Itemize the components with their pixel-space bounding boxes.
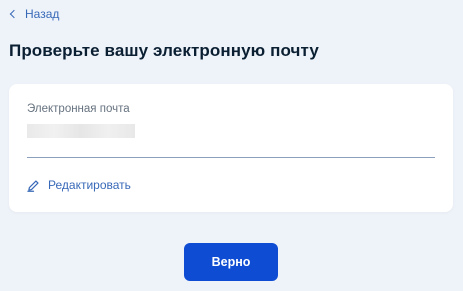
back-link[interactable]: Назад [9,7,59,21]
edit-link[interactable]: Редактировать [27,178,131,192]
email-card: Электронная почта Редактировать [9,84,453,212]
chevron-left-icon [9,9,19,19]
page-title: Проверьте вашу электронную почту [9,41,319,60]
email-value-redacted [27,124,135,138]
confirm-button[interactable]: Верно [184,243,278,281]
pencil-icon [27,179,39,192]
email-field-label: Электронная почта [27,103,130,115]
email-field-underline [27,157,435,158]
edit-link-label: Редактировать [48,178,131,192]
back-link-label: Назад [25,7,60,21]
